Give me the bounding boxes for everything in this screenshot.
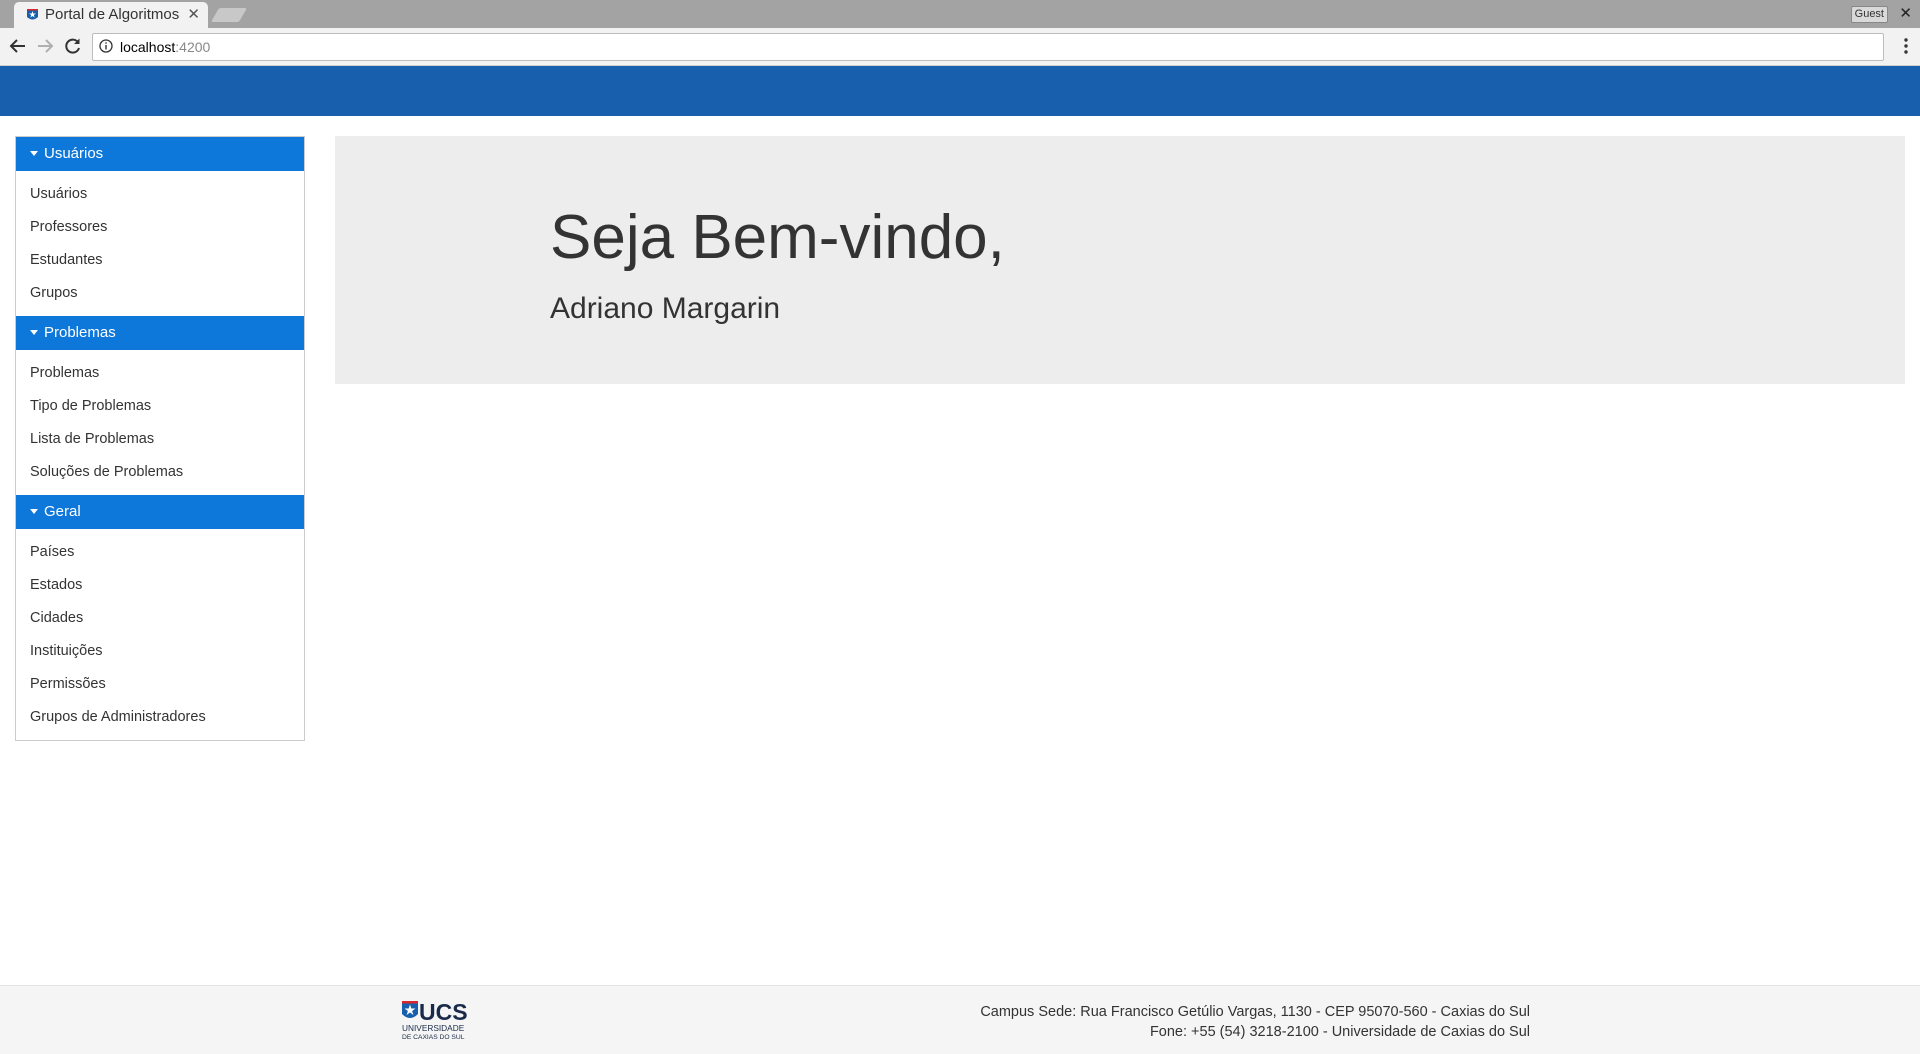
welcome-title: Seja Bem-vindo, (550, 203, 1005, 272)
address-url: localhost:4200 (120, 39, 210, 55)
url-port: :4200 (175, 39, 211, 55)
browser-tabstrip: Portal de Algoritmos ✕ Guest ✕ (0, 0, 1920, 28)
caret-down-icon (30, 329, 38, 335)
sidebar-group-label: Problemas (44, 324, 116, 341)
address-line: Campus Sede: Rua Francisco Getúlio Varga… (980, 1004, 1530, 1020)
address-bar[interactable]: localhost:4200 (92, 33, 1884, 61)
user-name: Adriano Margarin (550, 292, 781, 325)
sidebar-group-items: Usuários Professores Estudantes Grupos (16, 171, 304, 316)
sidebar-item-grupos[interactable]: Grupos (16, 277, 304, 310)
sidebar-group-geral[interactable]: Geral (16, 495, 304, 529)
sidebar-item-grupos-de-administradores[interactable]: Grupos de Administradores (16, 701, 304, 734)
caret-down-icon (30, 150, 38, 156)
sidebar-group-label: Geral (44, 503, 81, 520)
browser-tab[interactable]: Portal de Algoritmos ✕ (14, 2, 208, 28)
browser-toolbar: localhost:4200 (0, 28, 1920, 66)
sidebar-group-label: Usuários (44, 145, 104, 162)
sidebar-item-solucoes-de-problemas[interactable]: Soluções de Problemas (16, 456, 304, 489)
sidebar-item-estados[interactable]: Estados (16, 569, 304, 602)
sidebar-group-usuarios[interactable]: Usuários (16, 137, 304, 171)
ucs-logo: UCS UNIVERSIDADE DE CAXIAS DO SUL (402, 1000, 468, 1041)
sidebar-menu: Usuários Usuários Professores Estudantes… (15, 136, 305, 741)
browser-menu-icon[interactable] (1898, 35, 1914, 57)
footer: UCS UNIVERSIDADE DE CAXIAS DO SUL Campus… (0, 985, 1920, 1054)
logo-subtext-1: UNIVERSIDADE (402, 1023, 465, 1033)
sidebar-item-problemas[interactable]: Problemas (16, 357, 304, 390)
tab-close-icon[interactable]: ✕ (187, 5, 200, 23)
sidebar-group-items: Problemas Tipo de Problemas Lista de Pro… (16, 350, 304, 495)
sidebar-item-paises[interactable]: Países (16, 536, 304, 569)
reload-icon[interactable] (62, 35, 84, 57)
sidebar-item-tipo-de-problemas[interactable]: Tipo de Problemas (16, 390, 304, 423)
welcome-panel: Seja Bem-vindo, Adriano Margarin (335, 136, 1905, 384)
guest-profile-badge[interactable]: Guest (1850, 6, 1888, 23)
phone-line: Fone: +55 (54) 3218-2100 - Universidade … (1149, 1024, 1530, 1040)
app-header (0, 66, 1920, 116)
logo-text: UCS (419, 1000, 468, 1025)
url-host: localhost (120, 39, 176, 55)
sidebar-item-instituicoes[interactable]: Instituições (16, 635, 304, 668)
new-tab-button[interactable] (210, 8, 248, 22)
sidebar-item-permissoes[interactable]: Permissões (16, 668, 304, 701)
sidebar-item-lista-de-problemas[interactable]: Lista de Problemas (16, 423, 304, 456)
back-arrow-icon[interactable] (7, 35, 29, 57)
ucs-favicon-icon (27, 9, 38, 20)
sidebar-item-professores[interactable]: Professores (16, 211, 304, 244)
sidebar-group-problemas[interactable]: Problemas (16, 316, 304, 350)
logo-subtext-2: DE CAXIAS DO SUL (402, 1034, 465, 1041)
sidebar-item-cidades[interactable]: Cidades (16, 602, 304, 635)
window-close-icon[interactable]: ✕ (1899, 4, 1912, 22)
forward-arrow-icon[interactable] (34, 35, 56, 57)
info-icon[interactable] (99, 39, 113, 53)
sidebar-item-usuarios[interactable]: Usuários (16, 178, 304, 211)
footer-address: Campus Sede: Rua Francisco Getúlio Varga… (980, 1002, 1530, 1042)
tab-title: Portal de Algoritmos (45, 6, 180, 23)
sidebar-group-items: Países Estados Cidades Instituições Perm… (16, 529, 304, 740)
caret-down-icon (30, 508, 38, 514)
sidebar-item-estudantes[interactable]: Estudantes (16, 244, 304, 277)
